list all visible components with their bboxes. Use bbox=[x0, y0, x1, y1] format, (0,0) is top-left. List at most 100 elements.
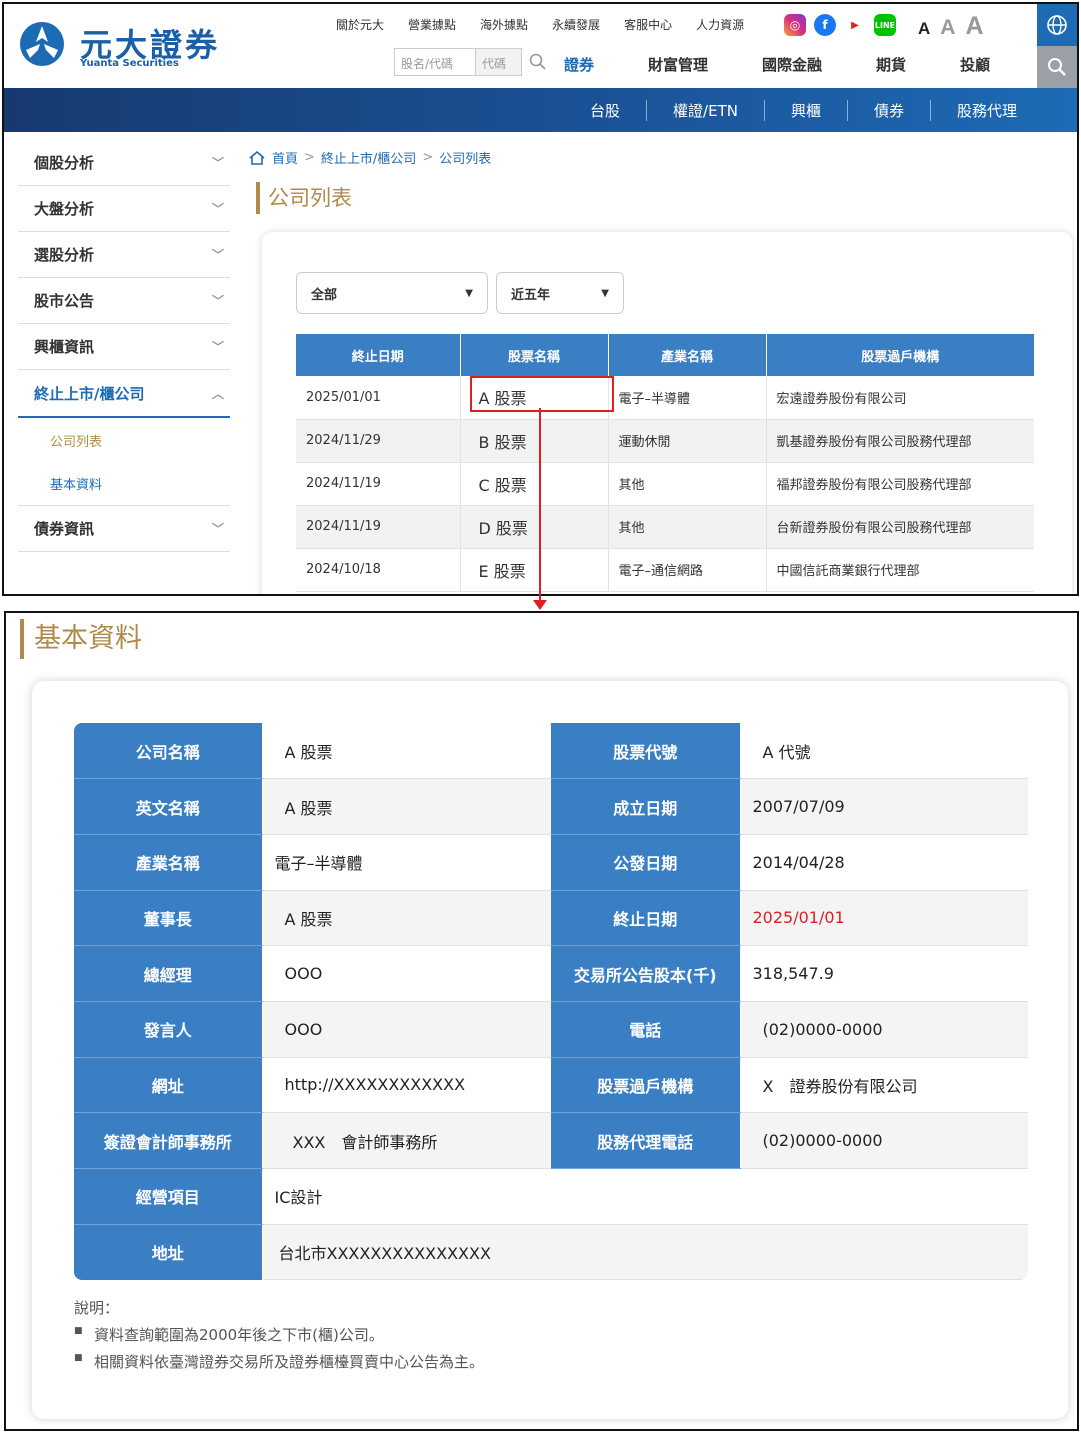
sub-nav-tw-stock[interactable]: 台股 bbox=[564, 100, 646, 121]
table-row: 經營項目 IC設計 bbox=[74, 1168, 1028, 1225]
sub-nav: 台股 權證/ETN 興櫃 債券 股務代理 bbox=[564, 100, 1043, 121]
top-link-branches[interactable]: 營業據點 bbox=[408, 16, 456, 36]
top-link-overseas[interactable]: 海外據點 bbox=[480, 16, 528, 36]
industry: 電子–半導體 bbox=[608, 376, 767, 420]
home-icon[interactable] bbox=[248, 150, 266, 166]
basic-info-card: 公司名稱 A 股票 股票代號 A 代號 英文名稱 A 股票 成立日期 2007/… bbox=[32, 681, 1068, 1419]
font-size-small[interactable]: A bbox=[918, 19, 930, 39]
spokesman-value: OOO bbox=[262, 1001, 551, 1058]
line-icon[interactable]: LINE bbox=[874, 14, 896, 36]
sidebar-item-delisted[interactable]: 終止上市/櫃公司 ︿ bbox=[18, 370, 230, 418]
transfer-agent: 宏遠證券股份有限公司 bbox=[766, 376, 1034, 420]
field-label: 交易所公告股本(千) bbox=[551, 945, 741, 1002]
sub-nav-warrant[interactable]: 權證/ETN bbox=[646, 100, 764, 121]
field-label: 股務代理電話 bbox=[551, 1112, 741, 1169]
sub-nav-stock-affairs[interactable]: 股務代理 bbox=[929, 100, 1043, 121]
sidebar-item-screener[interactable]: 選股分析 ﹀ bbox=[18, 232, 230, 278]
sub-nav-bond[interactable]: 債券 bbox=[846, 100, 930, 121]
chevron-down-icon: ﹀ bbox=[211, 156, 224, 170]
company-name-value: A 股票 bbox=[262, 723, 551, 780]
stock-name-link[interactable]: B 股票 bbox=[460, 419, 609, 463]
website-value[interactable]: http://XXXXXXXXXXXX bbox=[262, 1057, 551, 1114]
sub-nav-emerging[interactable]: 興櫃 bbox=[763, 100, 847, 121]
stock-search-input[interactable]: 股名/代碼 bbox=[394, 48, 476, 76]
top-link-service[interactable]: 客服中心 bbox=[624, 16, 672, 36]
breadcrumb-home[interactable]: 首頁 bbox=[272, 148, 298, 167]
english-name-value: A 股票 bbox=[262, 778, 551, 835]
stock-name-link[interactable]: D 股票 bbox=[460, 505, 609, 549]
delist-date: 2024/11/19 bbox=[296, 505, 461, 549]
font-size-medium[interactable]: A bbox=[940, 16, 955, 40]
delist-date: 2024/10/18 bbox=[296, 548, 461, 592]
sidebar-sub-company-list[interactable]: 公司列表 bbox=[18, 418, 230, 462]
sidebar-item-market-analysis[interactable]: 大盤分析 ﹀ bbox=[18, 186, 230, 232]
chairman-value: A 股票 bbox=[262, 890, 551, 947]
font-size-switcher: A A A bbox=[918, 12, 984, 41]
search-icon[interactable] bbox=[528, 52, 548, 72]
youtube-icon[interactable]: ▶ bbox=[844, 14, 866, 36]
chevron-down-icon: ﹀ bbox=[211, 522, 224, 536]
table-row: 2024/11/29 B 股票 運動休閒 凱基證券股份有限公司股務代理部 bbox=[296, 419, 1034, 463]
sidebar: 個股分析 ﹀ 大盤分析 ﹀ 選股分析 ﹀ 股市公告 ﹀ 興櫃資訊 ﹀ 終止上市/櫃公司 ︿ … bbox=[18, 140, 230, 552]
sidebar-item-bond-info[interactable]: 債券資訊 ﹀ bbox=[18, 506, 230, 552]
breadcrumb-separator: > bbox=[422, 150, 434, 165]
font-size-large[interactable]: A bbox=[965, 12, 983, 41]
top-link-hr[interactable]: 人力資源 bbox=[696, 16, 744, 36]
search-icon bbox=[1048, 58, 1066, 76]
caret-down-icon: ▼ bbox=[601, 287, 609, 299]
period-dropdown[interactable]: 近五年 ▼ bbox=[496, 272, 624, 314]
address-value: 台北市XXXXXXXXXXXXXXX bbox=[262, 1224, 1028, 1281]
capital-value: 318,547.9 bbox=[740, 945, 1028, 1002]
main-nav-securities[interactable]: 證券 bbox=[564, 54, 594, 75]
field-label: 股票過戶機構 bbox=[551, 1057, 741, 1114]
annotation-arrow-line bbox=[539, 408, 541, 604]
delist-date: 2025/01/01 bbox=[296, 376, 461, 420]
transfer-agent: 福邦證券股份有限公司股務代理部 bbox=[766, 462, 1034, 506]
stock-name-link[interactable]: C 股票 bbox=[460, 462, 609, 506]
table-row: 簽證會計師事務所 XXX 會計師事務所 股務代理電話 (02)0000-0000 bbox=[74, 1112, 1028, 1169]
facebook-icon[interactable]: f bbox=[814, 14, 836, 36]
sidebar-sub-basic-info[interactable]: 基本資料 bbox=[18, 462, 230, 506]
sidebar-item-emerging-info[interactable]: 興櫃資訊 ﹀ bbox=[18, 324, 230, 370]
field-label: 英文名稱 bbox=[74, 778, 263, 835]
table-row: 產業名稱 電子–半導體 公發日期 2014/04/28 bbox=[74, 834, 1028, 891]
agent-phone-value: (02)0000-0000 bbox=[740, 1112, 1028, 1169]
top-link-about[interactable]: 關於元大 bbox=[336, 16, 384, 36]
stock-name-link[interactable]: E 股票 bbox=[460, 548, 609, 592]
transfer-agent-value: X 證券股份有限公司 bbox=[740, 1057, 1028, 1114]
column-header[interactable]: 產業名稱 bbox=[608, 334, 767, 376]
field-label: 經營項目 bbox=[74, 1168, 263, 1225]
field-label: 地址 bbox=[74, 1224, 263, 1280]
column-header[interactable]: 股票過戶機構 bbox=[766, 334, 1034, 376]
logo-mark-icon bbox=[20, 22, 64, 66]
column-header[interactable]: 終止日期 bbox=[296, 334, 461, 376]
main-nav-international[interactable]: 國際金融 bbox=[762, 54, 822, 75]
caret-down-icon: ▼ bbox=[465, 287, 473, 299]
field-label: 公司名稱 bbox=[74, 723, 263, 780]
basic-info-screenshot: 基本資料 公司名稱 A 股票 股票代號 A 代號 英文名稱 A 股票 成立日期 … bbox=[4, 611, 1079, 1431]
page-title: 公司列表 bbox=[256, 182, 352, 214]
highlight-annotation bbox=[470, 376, 614, 412]
top-link-sustainability[interactable]: 永續發展 bbox=[552, 16, 600, 36]
founded-date-value: 2007/07/09 bbox=[740, 778, 1028, 835]
industry: 運動休閒 bbox=[608, 419, 767, 463]
field-label: 總經理 bbox=[74, 945, 263, 1002]
main-nav-wealth[interactable]: 財富管理 bbox=[648, 54, 708, 75]
sidebar-item-announcements[interactable]: 股市公告 ﹀ bbox=[18, 278, 230, 324]
language-button[interactable] bbox=[1037, 4, 1077, 46]
field-label: 發言人 bbox=[74, 1001, 263, 1058]
yuanta-logo[interactable]: 元大證券 Yuanta Securities bbox=[18, 18, 238, 74]
column-header[interactable]: 股票名稱 bbox=[460, 334, 609, 376]
note-item: 相關資料依臺灣證券交易所及證券櫃檯買賣中心公告為主。 bbox=[74, 1351, 484, 1372]
sidebar-item-stock-analysis[interactable]: 個股分析 ﹀ bbox=[18, 140, 230, 186]
breadcrumb-delisted[interactable]: 終止上市/櫃公司 bbox=[321, 148, 416, 167]
main-nav-futures[interactable]: 期貨 bbox=[876, 54, 906, 75]
top-links: 關於元大 營業據點 海外據點 永續發展 客服中心 人力資源 bbox=[336, 16, 768, 36]
main-nav-advisory[interactable]: 投顧 bbox=[960, 54, 990, 75]
industry-value: 電子–半導體 bbox=[262, 834, 551, 891]
instagram-icon[interactable]: ◎ bbox=[784, 14, 806, 36]
table-row: 地址 台北市XXXXXXXXXXXXXXX bbox=[74, 1224, 1028, 1281]
cpa-value: XXX 會計師事務所 bbox=[262, 1112, 551, 1169]
category-dropdown[interactable]: 全部 ▼ bbox=[296, 272, 488, 314]
industry: 其他 bbox=[608, 505, 767, 549]
